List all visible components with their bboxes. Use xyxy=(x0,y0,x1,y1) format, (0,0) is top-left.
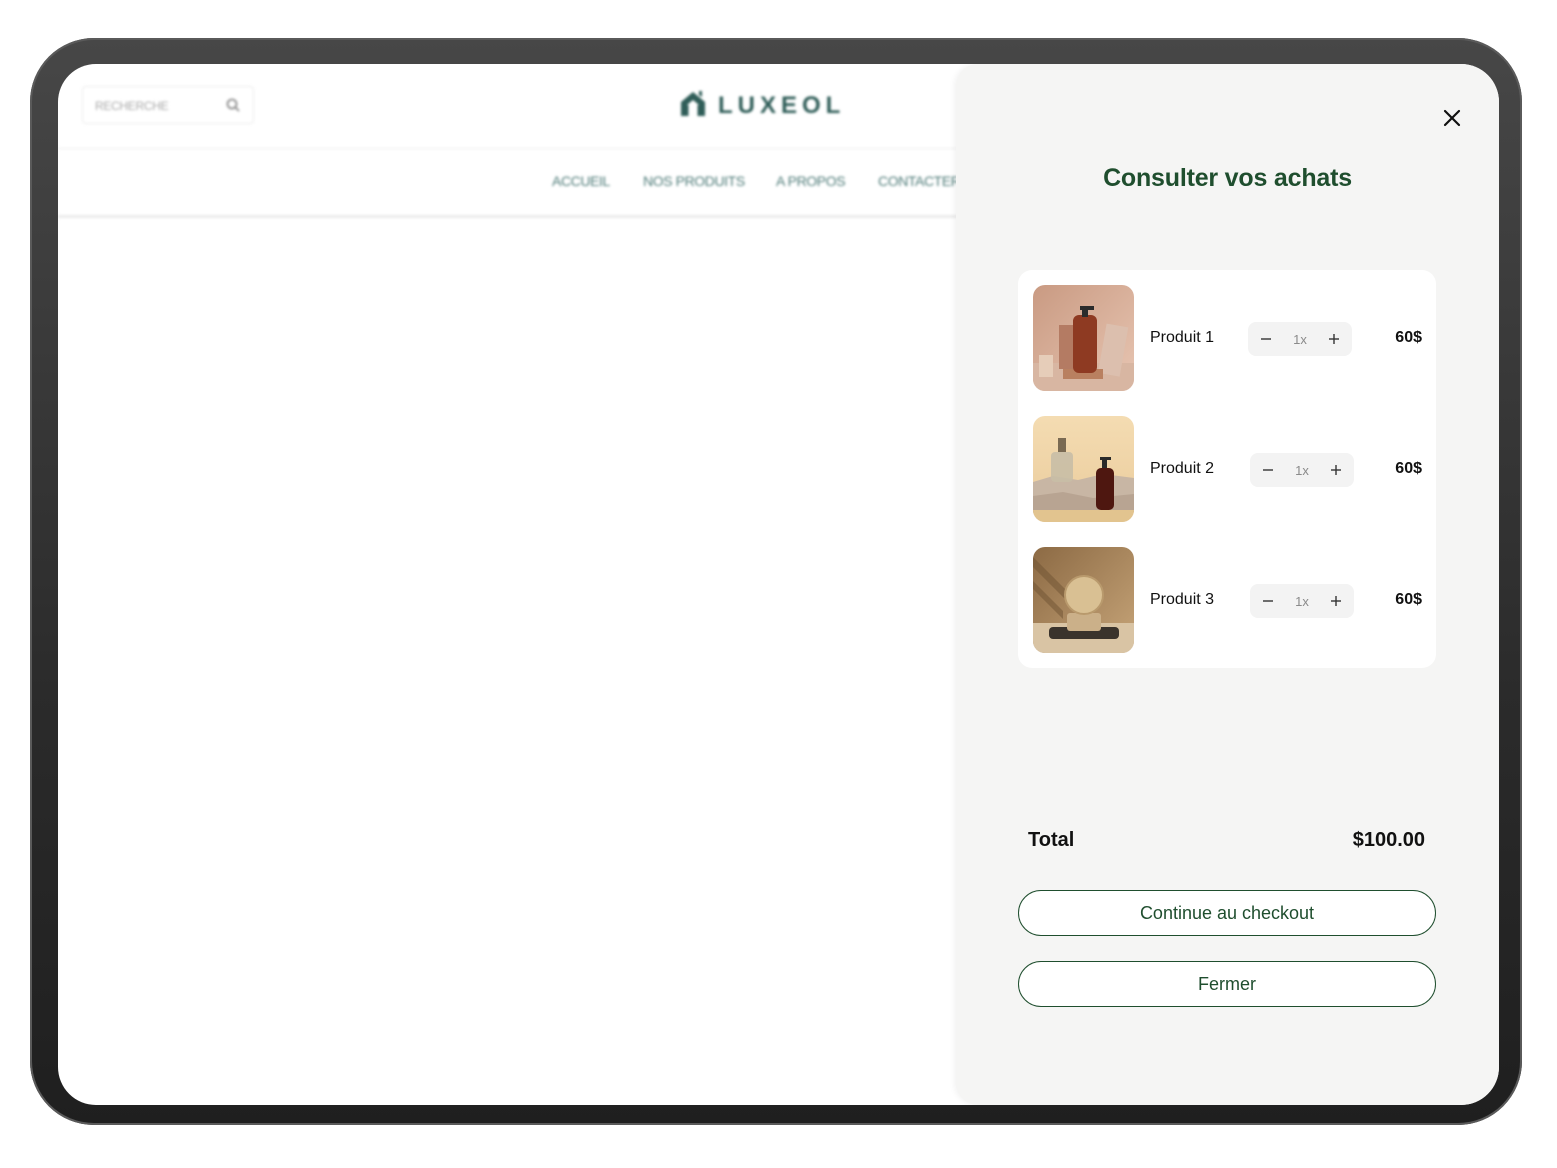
increase-quantity-button[interactable] xyxy=(1326,460,1346,480)
total-label: Total xyxy=(1028,829,1075,851)
house-logo-icon xyxy=(678,89,708,124)
search-icon[interactable] xyxy=(225,97,241,113)
search-input[interactable]: RECHERCHE xyxy=(82,86,254,124)
quantity-stepper: 1x xyxy=(1250,584,1354,618)
nav-item-nos-produits[interactable]: NOS PRODUITS xyxy=(643,173,745,189)
decrease-quantity-button[interactable] xyxy=(1256,329,1276,349)
minus-icon xyxy=(1262,591,1274,612)
nav-item-contacter[interactable]: CONTACTER xyxy=(878,173,961,189)
close-icon xyxy=(1443,109,1461,132)
tablet-frame: RECHERCHE LUXEOL ACCUEIL NOS PRODUITS A … xyxy=(30,38,1522,1125)
checkout-button[interactable]: Continue au checkout xyxy=(1018,890,1436,936)
product-image-1 xyxy=(1033,285,1134,391)
search-placeholder: RECHERCHE xyxy=(95,99,169,113)
cart-item-name: Produit 1 xyxy=(1150,329,1215,346)
plus-icon xyxy=(1330,591,1342,612)
cart-item-name: Produit 3 xyxy=(1150,591,1215,608)
cart-item: Produit 3 1x 60$ xyxy=(1018,547,1436,653)
nav-item-accueil[interactable]: ACCUEIL xyxy=(552,173,610,189)
tablet-screen: RECHERCHE LUXEOL ACCUEIL NOS PRODUITS A … xyxy=(58,64,1499,1105)
minus-icon xyxy=(1262,460,1274,481)
cart-item-price: 60$ xyxy=(1395,460,1422,477)
cart-drawer: Consulter vos achats Produit 1 1x 60$ Pr… xyxy=(956,64,1499,1105)
quantity-stepper: 1x xyxy=(1250,453,1354,487)
plus-icon xyxy=(1330,460,1342,481)
cart-title: Consulter vos achats xyxy=(1103,164,1352,192)
decrease-quantity-button[interactable] xyxy=(1258,591,1278,611)
product-image-2 xyxy=(1033,416,1134,522)
quantity-value: 1x xyxy=(1293,331,1307,347)
cart-item-name: Produit 2 xyxy=(1150,460,1215,477)
cart-item: Produit 1 1x 60$ xyxy=(1018,285,1436,391)
close-drawer-button[interactable] xyxy=(1440,108,1464,132)
plus-icon xyxy=(1328,329,1340,350)
quantity-stepper: 1x xyxy=(1248,322,1352,356)
quantity-value: 1x xyxy=(1295,462,1309,478)
quantity-value: 1x xyxy=(1295,593,1309,609)
cart-item: Produit 2 1x 60$ xyxy=(1018,416,1436,522)
increase-quantity-button[interactable] xyxy=(1326,591,1346,611)
site-logo[interactable]: LUXEOL xyxy=(678,88,845,124)
logo-text: LUXEOL xyxy=(718,92,846,119)
product-image-3 xyxy=(1033,547,1134,653)
cart-item-price: 60$ xyxy=(1395,329,1422,346)
decrease-quantity-button[interactable] xyxy=(1258,460,1278,480)
nav-item-a-propos[interactable]: A PROPOS xyxy=(776,173,846,189)
cart-item-price: 60$ xyxy=(1395,591,1422,608)
total-value: $100.00 xyxy=(1352,829,1425,851)
cart-items-list: Produit 1 1x 60$ Produit 2 1x 60$ Produi… xyxy=(1018,270,1436,668)
minus-icon xyxy=(1260,329,1272,350)
close-cart-button[interactable]: Fermer xyxy=(1018,961,1436,1007)
increase-quantity-button[interactable] xyxy=(1324,329,1344,349)
